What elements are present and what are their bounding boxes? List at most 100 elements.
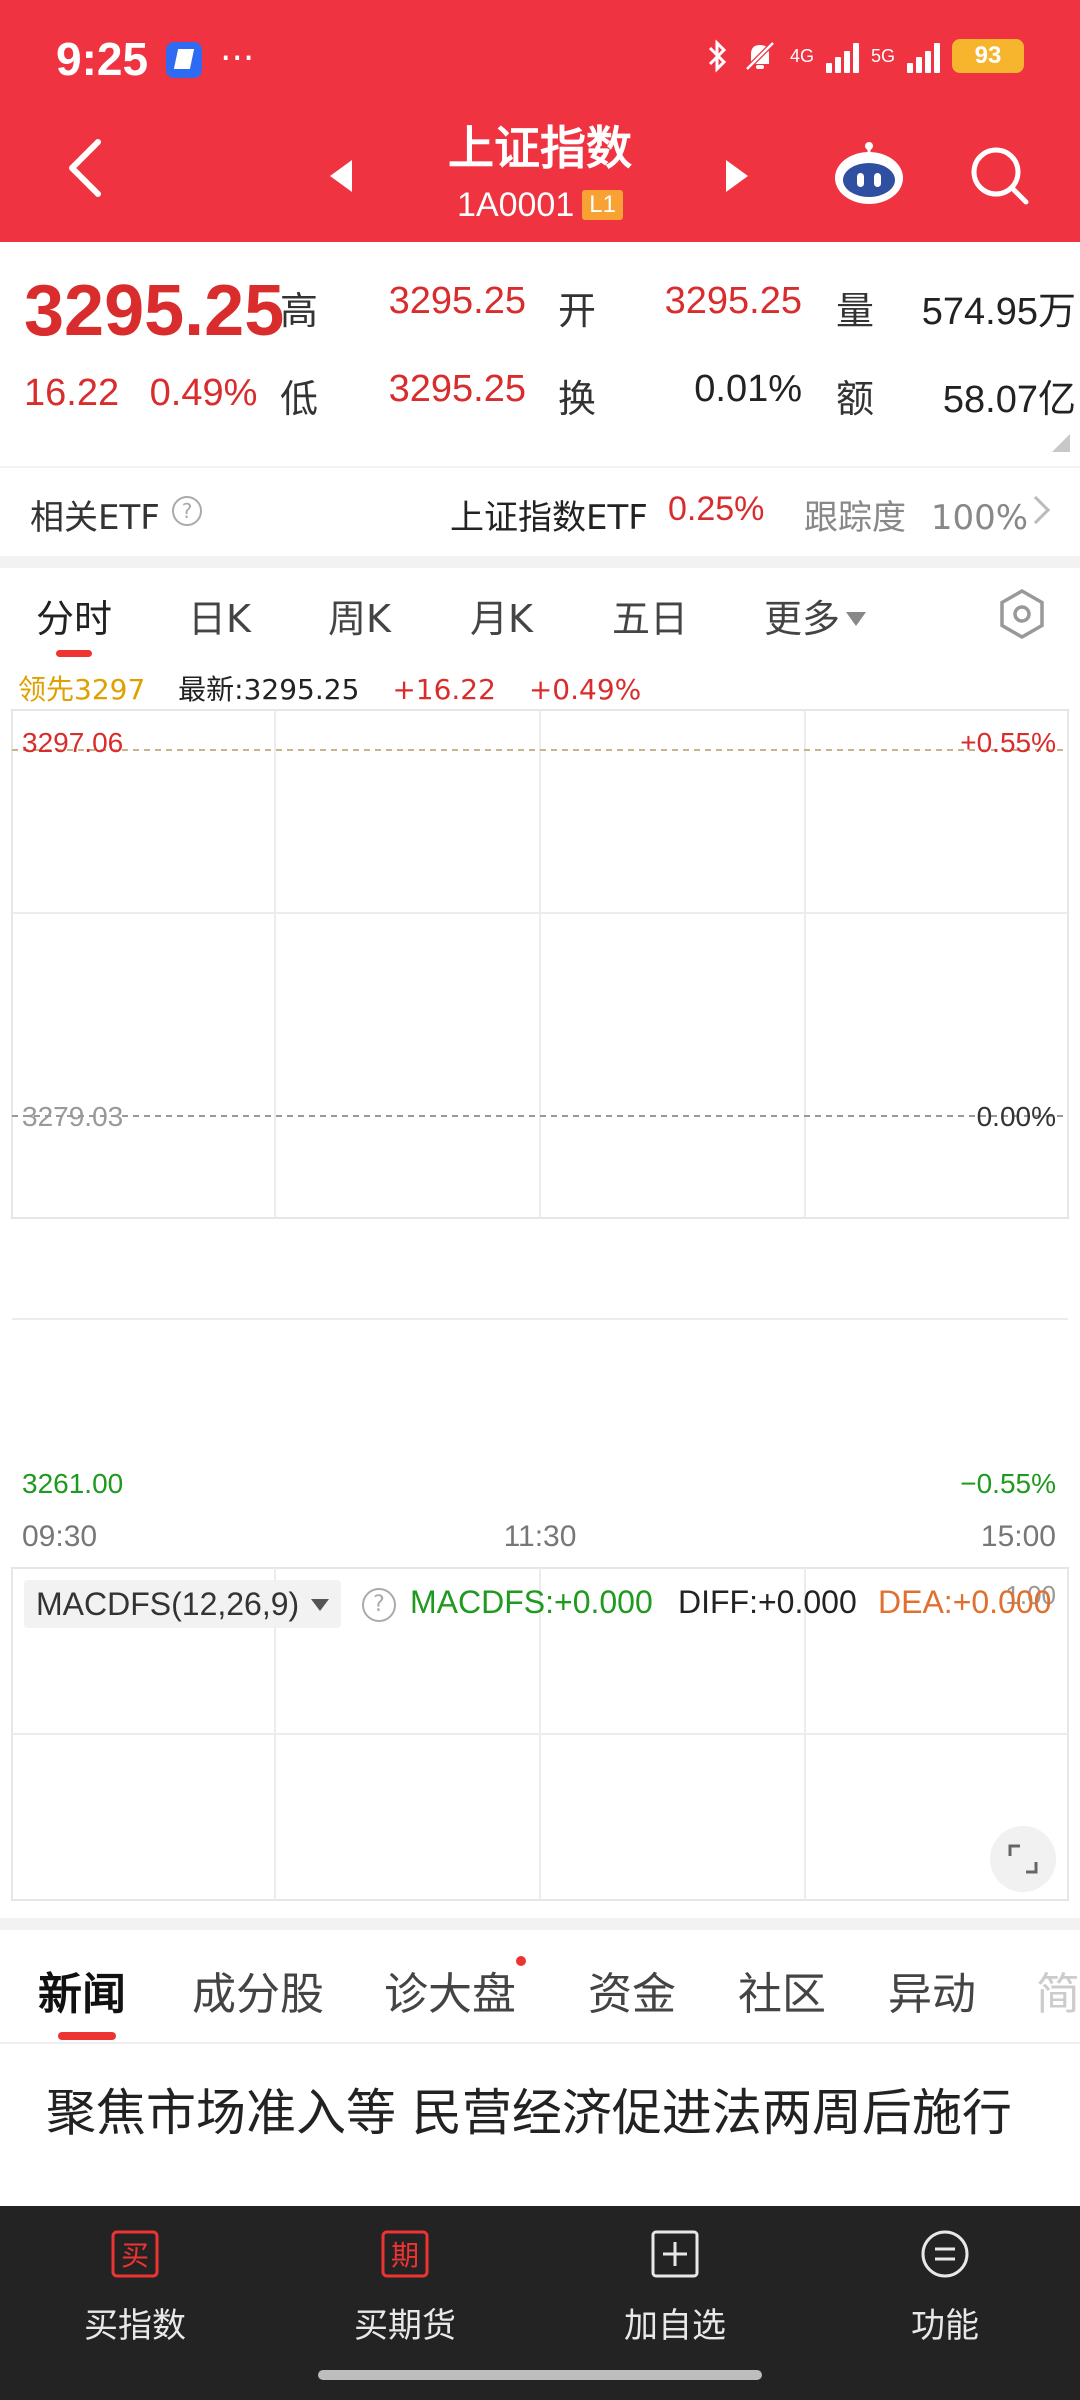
dea-value: DEA:+0.000 <box>878 1584 1052 1620</box>
volume-value: 574.95万 <box>921 291 1076 333</box>
change-amount: 16.22 <box>24 372 120 414</box>
y-left-tick: 3261.00 <box>22 1468 123 1499</box>
y-left-tick: 3297.06 <box>22 727 123 758</box>
y-right-tick: −0.55% <box>960 1468 1056 1499</box>
etf-name[interactable]: 上证指数ETF <box>450 490 648 539</box>
divider <box>0 2042 1080 2044</box>
chart-settings-icon[interactable] <box>996 588 1048 640</box>
active-tab-indicator <box>56 650 92 657</box>
battery-indicator: 93 <box>952 39 1024 73</box>
level-badge: L1 <box>582 190 623 220</box>
index-code: 1A0001 L1 <box>340 186 740 225</box>
tab-community[interactable]: 社区 <box>738 1958 826 2022</box>
more-notifications-icon: ··· <box>220 38 255 79</box>
open-value: 3295.25 <box>664 280 802 322</box>
macd-panel[interactable]: 09:30 11:30 15:00 1.00 <box>0 1500 1080 1920</box>
y-left-tick: 3279.03 <box>22 1101 123 1132</box>
section-gap <box>0 556 1080 568</box>
current-price: 3295.25 <box>24 271 285 351</box>
header: 9:25 ··· 4G 5G 93 上证指数 1A0001 L1 <box>0 0 1080 242</box>
tab-monthly-k[interactable]: 月K <box>470 588 533 643</box>
menu-circle-icon <box>921 2230 969 2278</box>
high-label: 高 <box>280 289 319 333</box>
notification-dot <box>516 1956 526 1966</box>
buy-icon: 买 <box>111 2230 159 2278</box>
buy-icon-text: 买 <box>121 2239 149 2272</box>
high-value: 3295.25 <box>388 280 526 322</box>
tab-constituents[interactable]: 成分股 <box>192 1958 324 2022</box>
futures-icon: 期 <box>381 2230 429 2278</box>
buy-index-button[interactable]: 买 买指数 <box>0 2206 270 2400</box>
tab-abnormal-moves[interactable]: 异动 <box>888 1958 976 2022</box>
add-watchlist-label: 加自选 <box>624 2306 726 2346</box>
tracking-label: 跟踪度 <box>804 498 906 538</box>
turnover-value: 0.01% <box>694 368 802 410</box>
tab-daily-k[interactable]: 日K <box>188 588 251 643</box>
help-icon[interactable]: ? <box>172 496 202 526</box>
volume-label: 量 <box>836 289 875 333</box>
tab-news[interactable]: 新闻 <box>38 1958 126 2022</box>
home-indicator <box>318 2370 762 2380</box>
mute-bell-icon <box>745 41 775 71</box>
section-gap <box>0 1918 1080 1930</box>
x-tick: 11:30 <box>504 1520 577 1553</box>
tab-market-diagnosis[interactable]: 诊大盘 <box>384 1958 516 2022</box>
low-label: 低 <box>280 377 319 421</box>
status-time: 9:25 <box>56 33 149 85</box>
related-etf-label: 相关ETF <box>30 498 160 538</box>
low-value: 3295.25 <box>388 368 526 410</box>
open-label: 开 <box>558 289 597 333</box>
status-indicators: 4G 5G 93 <box>706 38 1024 74</box>
y-right-tick: 0.00% <box>977 1101 1056 1132</box>
fullscreen-icon[interactable] <box>990 1826 1056 1892</box>
intraday-chart[interactable]: 3297.06 3279.03 3261.00 +0.55% 0.00% −0.… <box>0 700 1080 1530</box>
signal-5g-icon <box>907 39 940 73</box>
tab-funds[interactable]: 资金 <box>588 1958 676 2022</box>
price-change: 16.22 0.49% <box>24 372 257 415</box>
y-right-tick: +0.55% <box>960 727 1056 758</box>
bluetooth-icon <box>708 39 727 73</box>
app-notification-icon <box>166 42 202 78</box>
x-tick: 09:30 <box>22 1520 97 1553</box>
network-5g-label: 5G <box>870 45 895 66</box>
index-code-text: 1A0001 <box>457 186 575 224</box>
amount-value: 58.07亿 <box>942 379 1076 421</box>
tracking-value: 100% <box>930 498 1029 538</box>
functions-label: 功能 <box>911 2306 979 2346</box>
indicator-selector[interactable]: MACDFS(12,26,9) <box>24 1580 342 1628</box>
tracking-info: 跟踪度 100% <box>804 490 1028 539</box>
tab-five-day[interactable]: 五日 <box>612 588 688 643</box>
tab-weekly-k[interactable]: 周K <box>328 588 391 643</box>
chevron-down-icon <box>311 1599 330 1611</box>
x-tick: 15:00 <box>981 1520 1056 1553</box>
add-icon <box>651 2230 699 2278</box>
active-news-tab-indicator <box>58 2032 116 2040</box>
turnover-label: 换 <box>558 377 597 421</box>
news-headline[interactable]: 聚焦市场准入等 民营经济促进法两周后施行 <box>46 2080 1036 2146</box>
next-index-button[interactable] <box>726 160 748 192</box>
diff-value: DIFF:+0.000 <box>678 1584 857 1620</box>
tab-intraday[interactable]: 分时 <box>36 588 112 643</box>
index-title: 上证指数 <box>448 121 632 175</box>
network-4g-label: 4G <box>789 45 814 66</box>
divider <box>0 466 1080 468</box>
etf-change-percent: 0.25% <box>668 490 765 528</box>
expand-quote-corner-icon[interactable] <box>1052 434 1070 452</box>
tab-more[interactable]: 更多 <box>764 588 867 643</box>
macdfs-value: MACDFS:+0.000 <box>410 1584 653 1620</box>
change-percent: 0.49% <box>149 372 258 414</box>
chevron-down-icon <box>846 612 867 626</box>
signal-4g-icon <box>825 39 859 73</box>
back-arrow-icon[interactable] <box>64 138 104 198</box>
futures-icon-text: 期 <box>391 2239 419 2272</box>
tab-more-label: 更多 <box>764 597 841 641</box>
indicator-help-icon[interactable]: ? <box>362 1588 396 1622</box>
status-bar: 9:25 ··· 4G 5G 93 <box>0 0 1080 120</box>
functions-button[interactable]: 功能 <box>810 2206 1080 2400</box>
buy-futures-label: 买期货 <box>354 2306 456 2346</box>
tab-brief[interactable]: 简 <box>1036 1958 1080 2022</box>
buy-index-label: 买指数 <box>84 2306 186 2346</box>
ai-assistant-robot-icon[interactable] <box>832 140 906 206</box>
indicator-name: MACDFS(12,26,9) <box>36 1586 300 1622</box>
search-icon[interactable] <box>968 144 1030 206</box>
